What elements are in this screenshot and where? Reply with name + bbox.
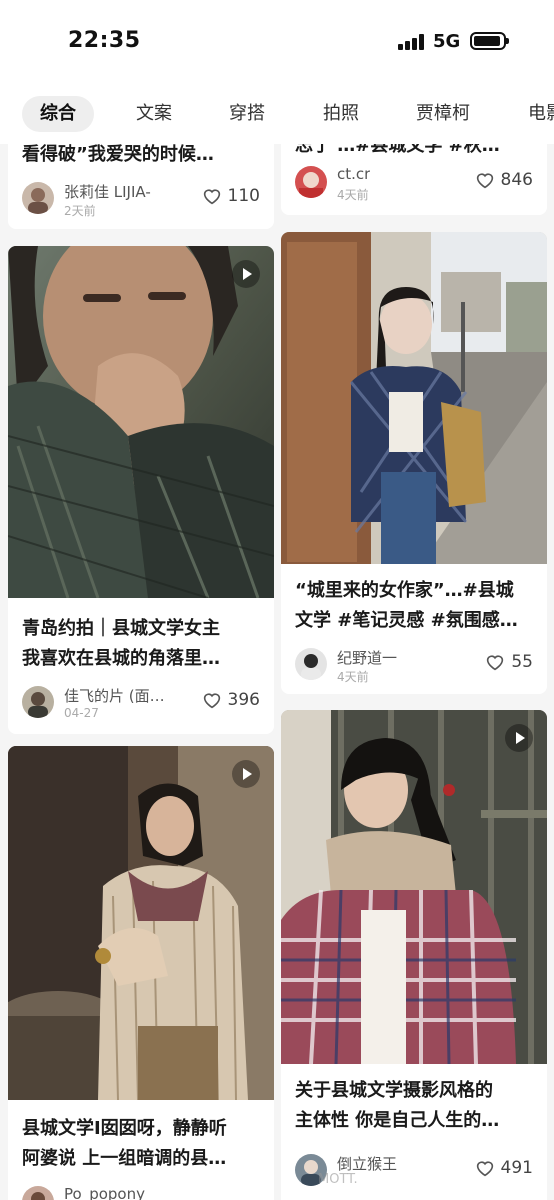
note-card[interactable]: 关于县城文学摄影风格的 主体性 你是自己人生的… 倒立猴王 491 bbox=[281, 710, 547, 1200]
note-card[interactable]: 看得破”我爱哭的时候… 张莉佳 LIJIA- 2天前 110 bbox=[8, 144, 274, 229]
cellular-signal-icon bbox=[398, 34, 426, 50]
avatar[interactable] bbox=[22, 686, 54, 718]
note-meta: ct.cr 4天前 846 bbox=[295, 164, 537, 204]
author-name[interactable]: ct.cr bbox=[337, 165, 370, 183]
note-title: 县城文学I囡囡呀，静静听 阿婆说 上一组暗调的县… bbox=[22, 1118, 227, 1169]
battery-icon bbox=[470, 32, 509, 50]
like-count: 491 bbox=[500, 1158, 533, 1178]
note-meta: 张莉佳 LIJIA- 2天前 110 bbox=[22, 180, 264, 220]
like-button[interactable]: 491 bbox=[475, 1158, 533, 1178]
note-title: 看得破”我爱哭的时候… bbox=[22, 144, 214, 165]
tab-dianying[interactable]: 电影 bbox=[528, 96, 554, 132]
like-button[interactable]: 55 bbox=[485, 652, 533, 672]
author-name[interactable]: 张莉佳 LIJIA- bbox=[64, 181, 151, 202]
tab-chuanda[interactable]: 穿搭 bbox=[229, 96, 265, 132]
like-count: 846 bbox=[500, 170, 533, 190]
like-button[interactable]: 110 bbox=[202, 186, 260, 206]
note-cover-image bbox=[281, 710, 547, 1064]
author-name[interactable]: 倒立猴王 bbox=[337, 1153, 397, 1174]
clock: 22:35 bbox=[68, 28, 141, 53]
avatar[interactable] bbox=[295, 648, 327, 680]
heart-icon bbox=[476, 173, 493, 189]
heart-icon bbox=[476, 1161, 493, 1177]
note-title: 关于县城文学摄影风格的 主体性 你是自己人生的… bbox=[295, 1080, 500, 1131]
status-bar: 22:35 5G bbox=[0, 0, 554, 86]
tab-wenan[interactable]: 文案 bbox=[136, 96, 172, 132]
author-name[interactable]: Po_popony bbox=[64, 1185, 145, 1200]
video-play-icon bbox=[505, 724, 533, 752]
note-card[interactable]: 忘了 …#县城文学 #秋… ct.cr 4天前 846 bbox=[281, 144, 547, 215]
like-count: 55 bbox=[511, 652, 533, 672]
like-button[interactable]: 396 bbox=[202, 690, 260, 710]
tab-paizhao[interactable]: 拍照 bbox=[323, 96, 359, 132]
post-date: 4天前 bbox=[337, 670, 369, 684]
avatar[interactable] bbox=[22, 1186, 54, 1200]
video-play-icon bbox=[232, 760, 260, 788]
note-cover-image bbox=[8, 746, 274, 1100]
note-title: 忘了 …#县城文学 #秋… bbox=[295, 144, 500, 156]
note-card[interactable]: “城里来的女作家”…#县城 文学 #笔记灵感 #氛围感… 纪野道一 4天前 55 bbox=[281, 232, 547, 694]
like-count: 396 bbox=[227, 690, 260, 710]
note-cover-image bbox=[281, 232, 547, 564]
video-play-icon bbox=[232, 260, 260, 288]
category-tabs: 综合 文案 穿搭 拍照 贾樟柯 电影 bbox=[0, 86, 554, 144]
note-cover-image bbox=[8, 246, 274, 598]
tab-jiazhangke[interactable]: 贾樟柯 bbox=[416, 96, 470, 132]
heart-icon bbox=[203, 189, 220, 205]
note-meta: 纪野道一 4天前 55 bbox=[295, 646, 537, 686]
post-date: 2天前 bbox=[64, 204, 96, 218]
note-title: 青岛约拍｜县城文学女主 我喜欢在县城的角落里… bbox=[22, 618, 220, 669]
note-meta: Po_popony bbox=[22, 1184, 264, 1200]
post-date: 4天前 bbox=[337, 188, 369, 202]
waterfall-feed: 看得破”我爱哭的时候… 张莉佳 LIJIA- 2天前 110 忘了 …#县城文学… bbox=[0, 144, 554, 1200]
heart-icon bbox=[203, 693, 220, 709]
tab-zonghe[interactable]: 综合 bbox=[22, 96, 94, 132]
note-card[interactable]: 县城文学I囡囡呀，静静听 阿婆说 上一组暗调的县… Po_popony bbox=[8, 746, 274, 1200]
post-date: 04-27 bbox=[64, 706, 99, 720]
avatar[interactable] bbox=[22, 182, 54, 214]
avatar[interactable] bbox=[295, 166, 327, 198]
note-card[interactable]: 青岛约拍｜县城文学女主 我喜欢在县城的角落里… 佳飞的片 (面… 04-27 39… bbox=[8, 246, 274, 734]
author-name[interactable]: 纪野道一 bbox=[337, 647, 397, 668]
like-count: 110 bbox=[227, 186, 260, 206]
network-type: 5G bbox=[433, 31, 461, 52]
note-title: “城里来的女作家”…#县城 文学 #笔记灵感 #氛围感… bbox=[295, 580, 518, 631]
like-button[interactable]: 846 bbox=[475, 170, 533, 190]
watermark: MOTT. bbox=[318, 1172, 358, 1187]
heart-icon bbox=[487, 655, 504, 671]
note-meta: 佳飞的片 (面… 04-27 396 bbox=[22, 684, 264, 724]
author-name[interactable]: 佳飞的片 (面… bbox=[64, 685, 165, 706]
